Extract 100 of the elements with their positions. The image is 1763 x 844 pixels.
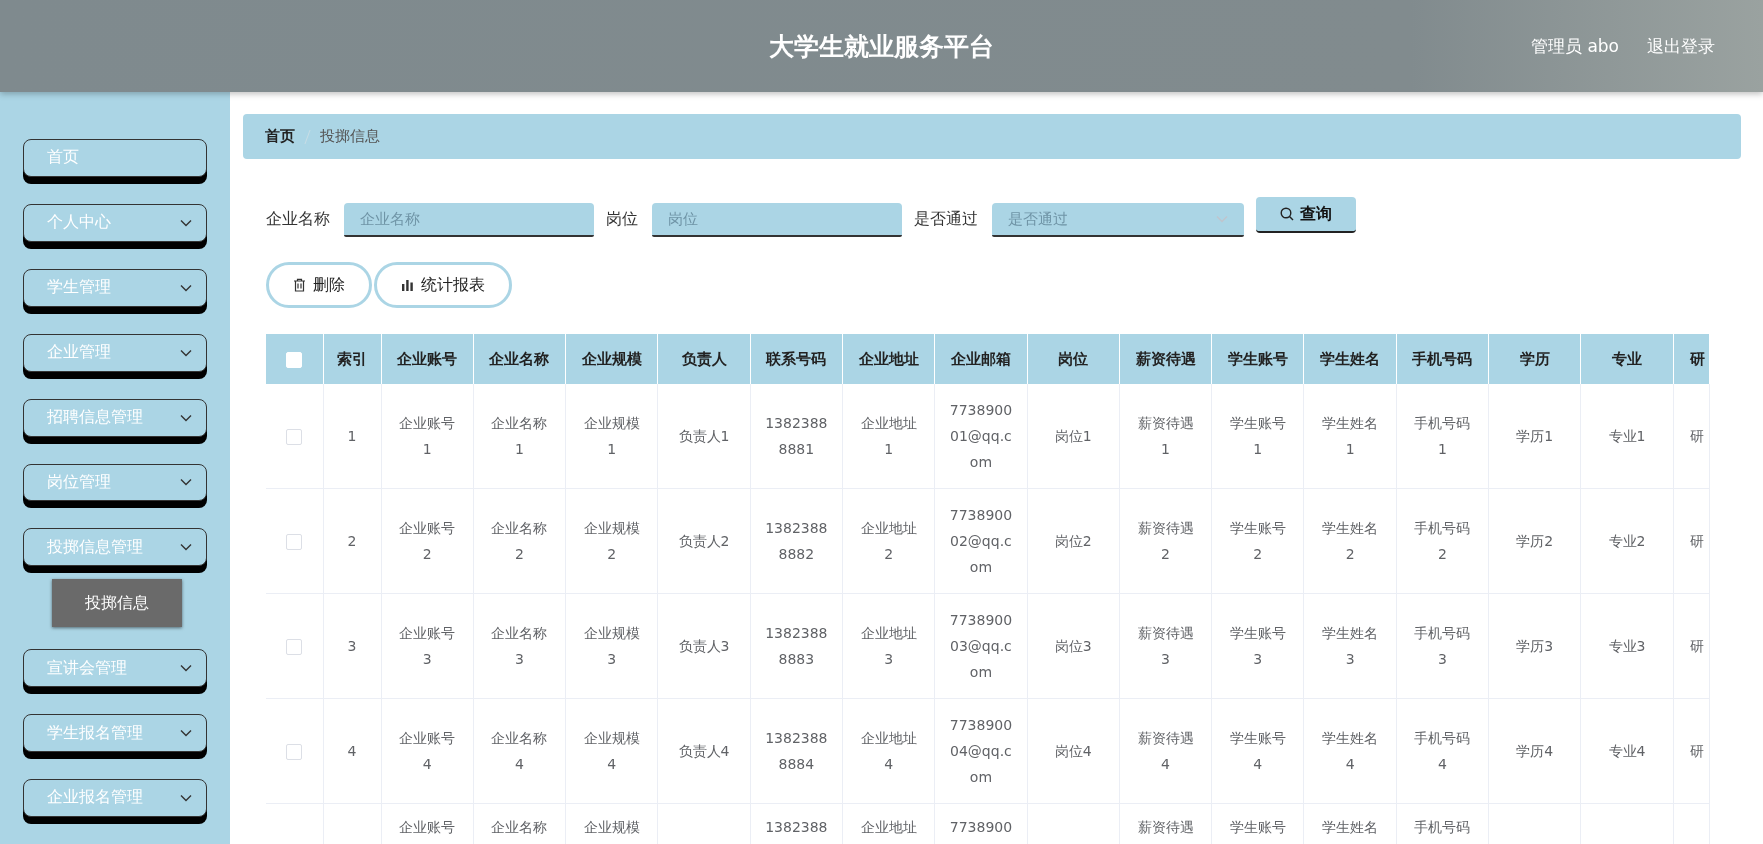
chevron-down-icon [180,478,192,487]
table-cell: 13823888884 [765,730,828,772]
column-header: 手机号码 [1396,334,1489,384]
table-cell: 岗位4 [1054,743,1092,759]
breadcrumb-item: 投掷信息 [320,127,380,146]
table-cell: 负责人1 [678,428,730,444]
column-header: 企业邮箱 [934,334,1028,384]
table-cell: 研 [1689,533,1704,549]
sidebar-subitem[interactable]: 投掷信息 [52,579,182,628]
chevron-down-icon [180,348,192,357]
column-header: 联系号码 [750,334,843,384]
table-cell: 企业名称3 [491,625,548,667]
column-header: 学生账号 [1211,334,1304,384]
logout-link[interactable]: 退出登录 [1647,34,1715,58]
table-cell: 企业地址3 [860,625,917,667]
table-cell: 学生账号 [1229,819,1286,835]
table-cell: 岗位1 [1054,428,1092,444]
table-cell: 研 [1689,743,1704,759]
select-all-checkbox[interactable] [286,351,303,368]
column-header: 企业规模 [565,334,658,384]
chevron-down-icon [180,543,192,552]
report-button[interactable]: 统计报表 [374,262,512,308]
table-cell: 学生姓名3 [1322,625,1379,667]
chevron-down-icon [180,218,192,227]
search-button[interactable]: 查询 [1256,197,1356,233]
user-name: 管理员 abo [1531,34,1619,58]
table-cell: 企业地址 [860,819,917,835]
row-checkbox[interactable] [286,744,303,760]
table-cell: 研 [1689,428,1704,444]
table-cell: 企业规模2 [583,520,640,562]
table-cell: 学历2 [1516,533,1554,549]
trash-icon [293,278,306,292]
column-header: 负责人 [657,334,751,384]
table-cell: 专业4 [1608,743,1646,759]
table-cell: 专业2 [1608,533,1646,549]
table-cell: 薪资待遇1 [1137,415,1194,457]
table-cell: 学生姓名4 [1322,730,1379,772]
column-header: 索引 [323,334,381,384]
table-cell: 企业名称4 [491,730,548,772]
row-checkbox[interactable] [286,429,303,445]
table-cell: 企业地址4 [860,730,917,772]
table-cell: 13823888883 [765,625,828,667]
table-cell: 企业账号4 [399,730,456,772]
table-cell: 学历3 [1516,638,1554,654]
table-cell: 773890004@qq.com [949,717,1013,785]
filter-select[interactable]: 是否通过 [992,203,1244,237]
table-cell: 手机号码 [1414,819,1471,835]
table-cell: 学历1 [1516,428,1554,444]
table-cell: 企业地址2 [860,520,917,562]
table-cell: 研 [1689,638,1704,654]
column-header: 岗位 [1027,334,1120,384]
row-checkbox[interactable] [286,534,303,550]
table-cell: 负责人3 [678,638,730,654]
column-header: 学历 [1488,334,1581,384]
table-cell: 学生姓名 [1322,819,1379,835]
table-cell: 负责人2 [678,533,730,549]
table-cell: 企业规模4 [583,730,640,772]
table-cell: 企业名称 [491,819,548,835]
table-cell: 773890002@qq.com [949,507,1013,575]
filter-input[interactable]: 企业名称 [344,203,594,237]
bar-chart-icon [401,279,414,291]
table-cell: 1382388 [765,819,828,835]
chevron-down-icon [180,283,192,292]
delete-button[interactable]: 删除 [266,262,372,308]
table-cell: 企业地址1 [860,415,917,457]
table-cell: 手机号码2 [1414,520,1471,562]
table-cell: 企业名称1 [491,415,548,457]
table-cell: 13823888882 [765,520,828,562]
chevron-down-icon [180,729,192,738]
table-cell: 3 [347,638,357,654]
filter-label: 岗位 [606,209,638,230]
table-cell: 企业规模 [583,819,640,835]
table-cell: 学生账号4 [1229,730,1286,772]
column-header: 企业账号 [381,334,474,384]
table-cell: 手机号码3 [1414,625,1471,667]
table-cell: 薪资待遇3 [1137,625,1194,667]
column-header: 薪资待遇 [1119,334,1212,384]
filter-input[interactable]: 岗位 [652,203,902,237]
table-cell: 773890001@qq.com [949,402,1013,470]
table-cell: 薪资待遇4 [1137,730,1194,772]
table-cell: 企业账号2 [399,520,456,562]
table-cell: 13823888881 [765,415,828,457]
filter-label: 是否通过 [914,209,978,230]
table-cell: 学历4 [1516,743,1554,759]
filter-label: 企业名称 [266,209,330,230]
table-cell: 7738900 [949,819,1013,835]
table-cell: 专业1 [1608,428,1646,444]
table-cell: 岗位3 [1054,638,1092,654]
table-cell: 负责人4 [678,743,730,759]
row-checkbox[interactable] [286,639,303,655]
table-cell: 薪资待遇2 [1137,520,1194,562]
table-cell: 1 [347,428,357,444]
site-title: 大学生就业服务平台 [769,30,994,63]
table-cell: 2 [347,533,357,549]
breadcrumb-item[interactable]: 首页 [265,127,295,146]
table-cell: 企业名称2 [491,520,548,562]
table-cell: 学生账号2 [1229,520,1286,562]
chevron-down-icon [180,794,192,802]
table-cell: 学生账号1 [1229,415,1286,457]
table-cell: 岗位2 [1054,533,1092,549]
